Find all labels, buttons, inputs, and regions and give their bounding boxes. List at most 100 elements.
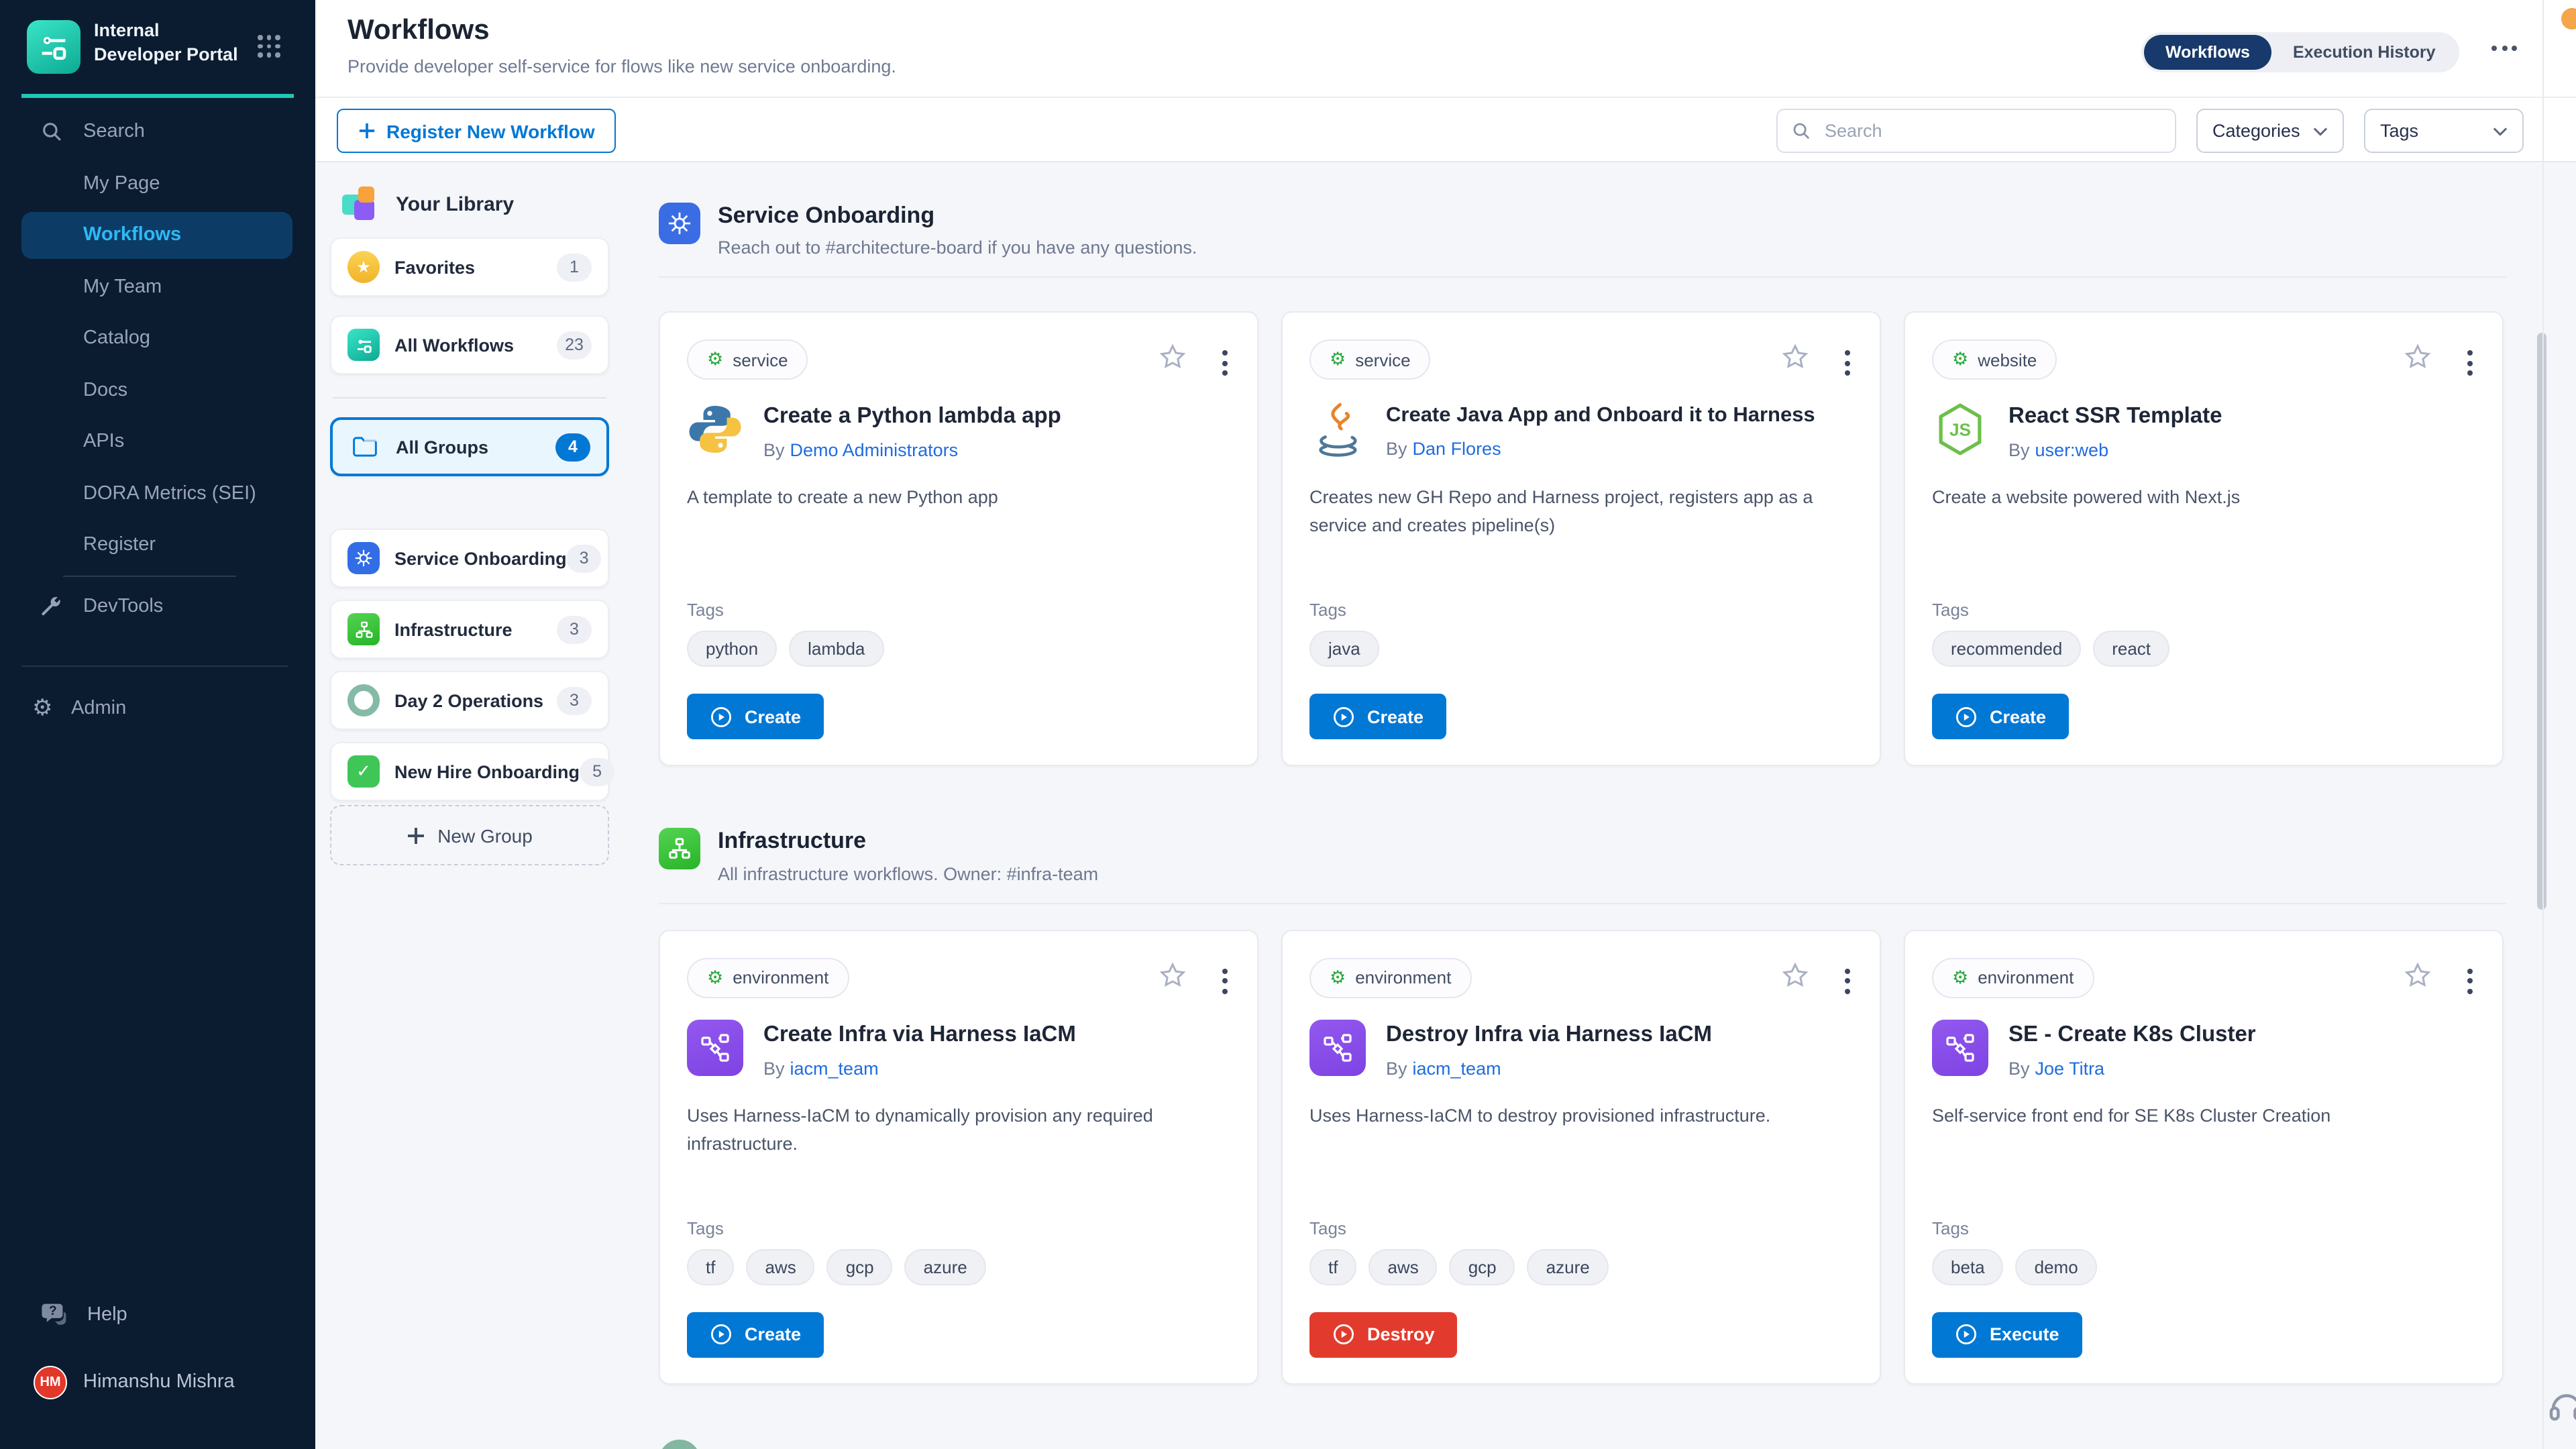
sidebar-item-workflows[interactable]: Workflows	[21, 212, 292, 258]
kebab-menu-icon[interactable]	[1842, 348, 1853, 379]
resource-center-icon[interactable]	[2546, 1387, 2576, 1428]
section-title: Day 2 Operations	[718, 1446, 906, 1449]
sidebar-item-devtools[interactable]: DevTools	[0, 580, 315, 632]
sidebar-item-docs[interactable]: Docs	[0, 364, 315, 416]
app-window: Internal Developer Portal Search My Page…	[0, 0, 2576, 1449]
java-logo-icon	[1309, 402, 1366, 458]
favorite-star-icon[interactable]	[1780, 961, 1810, 990]
sidebar-item-apis[interactable]: APIs	[0, 416, 315, 468]
play-icon	[710, 1324, 733, 1346]
workflow-description: Uses Harness-IaCM to destroy provisioned…	[1309, 1103, 1853, 1131]
workflow-search	[1776, 109, 2176, 153]
section-divider	[659, 277, 2506, 278]
kebab-menu-icon[interactable]	[1220, 966, 1230, 997]
library-item-new-hire-onboarding[interactable]: ✓ New Hire Onboarding 5	[330, 742, 609, 801]
kebab-menu-icon[interactable]	[1220, 348, 1230, 379]
author-link[interactable]: Demo Administrators	[790, 440, 959, 460]
search-icon	[40, 121, 63, 144]
library-item-infrastructure[interactable]: Infrastructure 3	[330, 600, 609, 659]
check-icon: ✓	[347, 755, 380, 788]
more-menu-icon[interactable]	[2491, 46, 2517, 51]
workflow-description: Uses Harness-IaCM to dynamically provisi…	[687, 1103, 1230, 1159]
sidebar-nav: Search My Page Workflows My Team Catalog…	[0, 106, 315, 735]
library-header: Your Library	[342, 186, 514, 221]
count-badge: 3	[557, 615, 592, 643]
create-button[interactable]: Create	[687, 1312, 824, 1358]
toggle-workflows[interactable]: Workflows	[2144, 35, 2271, 70]
tag: gcp	[827, 1249, 893, 1285]
library-item-all-workflows[interactable]: All Workflows 23	[330, 315, 609, 374]
workflows-icon	[347, 329, 380, 361]
author-link[interactable]: Dan Flores	[1413, 439, 1501, 459]
favorite-star-icon[interactable]	[2403, 961, 2432, 990]
sidebar-item-my-team[interactable]: My Team	[0, 261, 315, 313]
tag: demo	[2016, 1249, 2097, 1285]
play-icon	[1332, 706, 1355, 729]
toggle-execution-history[interactable]: Execution History	[2271, 43, 2457, 62]
apps-grid-icon[interactable]	[258, 35, 280, 58]
section-divider	[659, 903, 2506, 904]
play-icon	[710, 706, 733, 729]
library-item-service-onboarding[interactable]: Service Onboarding 3	[330, 529, 609, 588]
workflow-title: Destroy Infra via Harness IaCM	[1386, 1022, 1712, 1049]
favorite-star-icon[interactable]	[1780, 343, 1810, 372]
library-item-favorites[interactable]: ★ Favorites 1	[330, 237, 609, 297]
kebab-menu-icon[interactable]	[2465, 348, 2475, 379]
sidebar-item-dora-metrics[interactable]: DORA Metrics (SEI)	[0, 468, 315, 519]
author-link[interactable]: Joe Titra	[2035, 1058, 2105, 1078]
workflow-card-create-python-lambda-app: ⚙service Create a Python lambda app ByDe…	[659, 312, 1258, 767]
favorite-star-icon[interactable]	[1158, 961, 1187, 990]
new-group-button[interactable]: New Group	[330, 805, 609, 865]
help-chat-icon: ?	[42, 1303, 68, 1327]
count-badge: 4	[555, 433, 590, 461]
create-button[interactable]: Create	[1309, 694, 1446, 740]
tag: aws	[1368, 1249, 1437, 1285]
gear-icon: ⚙	[707, 350, 723, 371]
category-chip: ⚙environment	[1309, 958, 1471, 998]
tags-dropdown[interactable]: Tags	[2364, 109, 2524, 153]
card-identity: Create Java App and Onboard it to Harnes…	[1309, 402, 1815, 459]
sidebar-item-my-page[interactable]: My Page	[0, 158, 315, 209]
kebab-menu-icon[interactable]	[1842, 966, 1853, 997]
author-link[interactable]: iacm_team	[790, 1058, 879, 1078]
scrollbar-thumb[interactable]	[2537, 333, 2546, 910]
author-link[interactable]: iacm_team	[1413, 1058, 1501, 1078]
workflow-title: SE - Create K8s Cluster	[2008, 1022, 2256, 1049]
sidebar-item-register[interactable]: Register	[0, 519, 315, 571]
count-badge: 3	[557, 686, 592, 714]
workflow-card-create-java-app: ⚙service Create Java App and Onboard it …	[1281, 312, 1881, 767]
author-link[interactable]: user:web	[2035, 440, 2109, 460]
sidebar-item-admin[interactable]: ⚙ Admin	[0, 683, 315, 735]
create-button[interactable]: Create	[1932, 694, 2069, 740]
wrench-icon	[40, 595, 63, 618]
user-menu[interactable]: HM Himanshu Mishra	[0, 1362, 315, 1402]
help-button[interactable]: ? Help	[0, 1295, 315, 1335]
favorite-star-icon[interactable]	[2403, 343, 2432, 372]
sidebar-item-catalog[interactable]: Catalog	[0, 313, 315, 364]
pipeline-icon	[1932, 1020, 1988, 1076]
tags-label: Tags	[1309, 1218, 1346, 1238]
app-logo-icon	[27, 20, 80, 74]
tag: azure	[905, 1249, 986, 1285]
pipeline-icon	[687, 1020, 743, 1076]
workflow-title: React SSR Template	[2008, 405, 2222, 431]
library-item-day-2-operations[interactable]: Day 2 Operations 3	[330, 671, 609, 730]
workflow-description: Creates new GH Repo and Harness project,…	[1309, 485, 1853, 541]
execute-button[interactable]: Execute	[1932, 1312, 2082, 1358]
search-input[interactable]	[1822, 119, 2144, 142]
register-new-workflow-button[interactable]: Register New Workflow	[337, 109, 616, 153]
categories-dropdown[interactable]: Categories	[2196, 109, 2344, 153]
play-icon	[1955, 1324, 1978, 1346]
create-button[interactable]: Create	[687, 694, 824, 740]
favorite-star-icon[interactable]	[1158, 343, 1187, 372]
kebab-menu-icon[interactable]	[2465, 966, 2475, 997]
tags-row: java	[1309, 631, 1379, 667]
scrollbar-track	[2542, 0, 2544, 1449]
library-item-all-groups[interactable]: All Groups 4	[330, 417, 609, 476]
workflow-description: A template to create a new Python app	[687, 485, 1230, 513]
sidebar-item-search[interactable]: Search	[0, 106, 315, 158]
tag: tf	[1309, 1249, 1356, 1285]
section-header-infrastructure: Infrastructure All infrastructure workfl…	[659, 828, 2506, 884]
card-identity: Create a Python lambda app ByDemo Admini…	[687, 402, 1061, 461]
destroy-button[interactable]: Destroy	[1309, 1312, 1458, 1358]
